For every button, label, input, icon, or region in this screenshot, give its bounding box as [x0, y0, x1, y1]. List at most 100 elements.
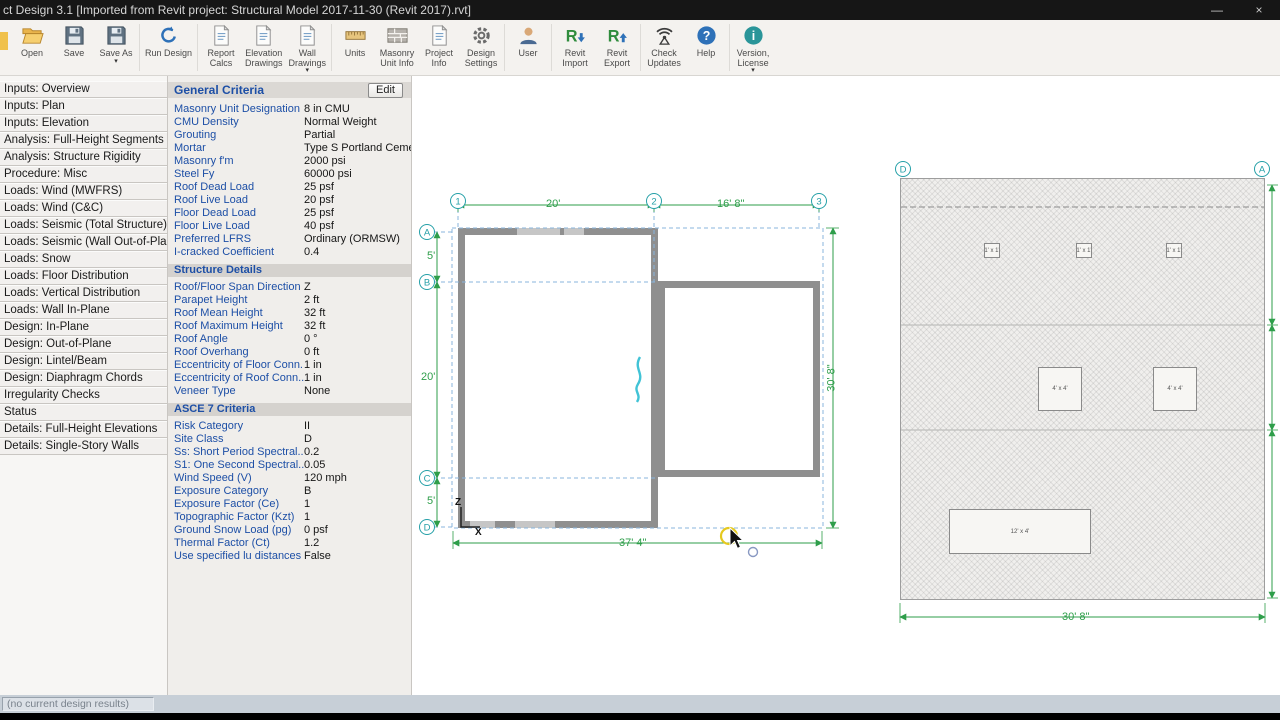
property-row-roof-maximum-height[interactable]: Roof Maximum Height 32 ft: [168, 320, 411, 333]
check-updates-icon: [653, 24, 676, 47]
property-row-mortar[interactable]: Mortar Type S Portland Cemen...: [168, 142, 411, 155]
toolbar-button-label: Project Info: [425, 48, 454, 68]
sidebar-item-analysis-full-height-segments[interactable]: Analysis: Full-Height Segments: [0, 132, 167, 149]
property-row-topographic-factor-kzt[interactable]: Topographic Factor (Kzt) 1: [168, 511, 411, 524]
elevation-opening[interactable]: 4' x 4': [1038, 367, 1082, 411]
project-info-button[interactable]: Project Info: [418, 22, 460, 68]
property-row-grouting[interactable]: Grouting Partial: [168, 129, 411, 142]
sidebar-item-loads-seismic-wall-out-of-plane[interactable]: Loads: Seismic (Wall Out-of-Plane): [0, 234, 167, 251]
drawing-canvas[interactable]: 1' x 1' 1' x 1' 1' x 1' 4' x 4' 4' x 4' 12' x…: [412, 76, 1280, 695]
property-row-ss-short-period-spectral[interactable]: Ss: Short Period Spectral... 0.2: [168, 446, 411, 459]
property-row-preferred-lfrs[interactable]: Preferred LFRS Ordinary (ORMSW): [168, 233, 411, 246]
toolbar-button-label: Report Calcs: [207, 48, 235, 68]
property-value: 0 psf: [304, 524, 328, 536]
sidebar-item-design-in-plane[interactable]: Design: In-Plane: [0, 319, 167, 336]
sidebar-item-inputs-elevation[interactable]: Inputs: Elevation: [0, 115, 167, 132]
save-button[interactable]: Save: [53, 22, 95, 59]
property-row-roof-dead-load[interactable]: Roof Dead Load 25 psf: [168, 181, 411, 194]
svg-text:C: C: [424, 474, 431, 485]
elevation-opening[interactable]: 4' x 4': [1153, 367, 1197, 411]
sidebar-item-loads-wall-in-plane[interactable]: Loads: Wall In-Plane: [0, 302, 167, 319]
sidebar-item-analysis-structure-rigidity[interactable]: Analysis: Structure Rigidity: [0, 149, 167, 166]
property-row-thermal-factor-ct[interactable]: Thermal Factor (Ct) 1.2: [168, 537, 411, 550]
property-row-eccentricity-of-floor-conn[interactable]: Eccentricity of Floor Conn... 1 in: [168, 359, 411, 372]
property-row-roof-overhang[interactable]: Roof Overhang 0 ft: [168, 346, 411, 359]
property-row-roof-live-load[interactable]: Roof Live Load 20 psf: [168, 194, 411, 207]
design-settings-button[interactable]: Design Settings: [460, 22, 502, 68]
dropdown-arrow-icon[interactable]: ▾: [751, 67, 755, 74]
property-row-roof-angle[interactable]: Roof Angle 0 °: [168, 333, 411, 346]
elevation-opening[interactable]: 1' x 1': [1166, 243, 1182, 258]
dropdown-arrow-icon[interactable]: ▾: [114, 58, 118, 65]
sidebar-item-details-full-height-elevations[interactable]: Details: Full-Height Elevations: [0, 421, 167, 438]
sidebar-item-loads-vertical-distribution[interactable]: Loads: Vertical Distribution: [0, 285, 167, 302]
units-button[interactable]: Units: [334, 22, 376, 59]
property-row-parapet-height[interactable]: Parapet Height 2 ft: [168, 294, 411, 307]
sidebar-item-design-lintel-beam[interactable]: Design: Lintel/Beam: [0, 353, 167, 370]
property-row-eccentricity-of-roof-conn[interactable]: Eccentricity of Roof Conn... 1 in: [168, 372, 411, 385]
elevation-opening[interactable]: 12' x 4': [949, 509, 1091, 554]
property-row-ground-snow-load-pg[interactable]: Ground Snow Load (pg) 0 psf: [168, 524, 411, 537]
elevation-opening[interactable]: 1' x 1': [984, 243, 1000, 258]
property-row-risk-category[interactable]: Risk Category II: [168, 420, 411, 433]
sidebar-item-procedure-misc[interactable]: Procedure: Misc: [0, 166, 167, 183]
property-row-exposure-category[interactable]: Exposure Category B: [168, 485, 411, 498]
mouse-cursor-icon: [729, 526, 745, 550]
sidebar-item-inputs-plan[interactable]: Inputs: Plan: [0, 98, 167, 115]
version-license-button[interactable]: i Version, License ▾: [732, 22, 774, 74]
sidebar-item-design-diaphragm-chords[interactable]: Design: Diaphragm Chords: [0, 370, 167, 387]
sidebar-item-loads-floor-distribution[interactable]: Loads: Floor Distribution: [0, 268, 167, 285]
close-button[interactable]: ×: [1238, 0, 1280, 20]
save-as-button[interactable]: Save As ▾: [95, 22, 137, 65]
sidebar-item-inputs-overview[interactable]: Inputs: Overview: [0, 81, 167, 98]
help-icon: ?: [695, 24, 718, 47]
property-row-exposure-factor-ce[interactable]: Exposure Factor (Ce) 1: [168, 498, 411, 511]
property-value: 32 ft: [304, 320, 326, 332]
elevation-wall[interactable]: 1' x 1' 1' x 1' 1' x 1' 4' x 4' 4' x 4' 12' x…: [900, 178, 1265, 600]
help-button[interactable]: ? Help: [685, 22, 727, 59]
sidebar-item-irregularity-checks[interactable]: Irregularity Checks: [0, 387, 167, 404]
masonry-unit-info-button[interactable]: Masonry Unit Info: [376, 22, 418, 68]
property-row-masonry-unit-designation[interactable]: Masonry Unit Designation 8 in CMU: [168, 103, 411, 116]
sidebar-item-details-single-story-walls[interactable]: Details: Single-Story Walls: [0, 438, 167, 455]
property-row-use-specified-lu-distances[interactable]: Use specified lu distances False: [168, 550, 411, 563]
elevation-drawings-button[interactable]: Elevation Drawings: [242, 22, 286, 68]
elevation-opening[interactable]: 1' x 1': [1076, 243, 1092, 258]
property-row-roof-mean-height[interactable]: Roof Mean Height 32 ft: [168, 307, 411, 320]
property-row-masonry-f-m[interactable]: Masonry f'm 2000 psi: [168, 155, 411, 168]
plan-wall-rect-right[interactable]: [658, 281, 820, 477]
revit-export-button[interactable]: R Revit Export: [596, 22, 638, 68]
property-row-steel-fy[interactable]: Steel Fy 60000 psi: [168, 168, 411, 181]
sidebar-item-design-out-of-plane[interactable]: Design: Out-of-Plane: [0, 336, 167, 353]
property-row-veneer-type[interactable]: Veneer Type None: [168, 385, 411, 398]
dim-label-elevation-bottom: 30' 8": [1060, 611, 1092, 623]
property-row-s1-one-second-spectral[interactable]: S1: One Second Spectral... 0.05: [168, 459, 411, 472]
property-row-wind-speed-v[interactable]: Wind Speed (V) 120 mph: [168, 472, 411, 485]
toolbar-button-label: Revit Export: [604, 48, 631, 68]
sidebar-item-status[interactable]: Status: [0, 404, 167, 421]
plan-wall-rect-left[interactable]: [458, 228, 658, 528]
wall-drawings-button[interactable]: Wall Drawings ▾: [286, 22, 330, 74]
property-value: 1.2: [304, 537, 320, 549]
dropdown-arrow-icon[interactable]: ▾: [306, 67, 310, 74]
edit-button[interactable]: Edit: [368, 82, 403, 98]
user-button[interactable]: User: [507, 22, 549, 59]
sidebar-item-loads-wind-c-c[interactable]: Loads: Wind (C&C): [0, 200, 167, 217]
sidebar-item-loads-seismic-total-structure[interactable]: Loads: Seismic (Total Structure): [0, 217, 167, 234]
check-updates-button[interactable]: Check Updates: [643, 22, 685, 68]
property-row-floor-dead-load[interactable]: Floor Dead Load 25 psf: [168, 207, 411, 220]
toolbar-button-label: Masonry Unit Info: [379, 48, 415, 68]
open-button[interactable]: Open: [11, 22, 53, 59]
property-row-cmu-density[interactable]: CMU Density Normal Weight: [168, 116, 411, 129]
property-row-site-class[interactable]: Site Class D: [168, 433, 411, 446]
revit-import-button[interactable]: R Revit Import: [554, 22, 596, 68]
sidebar-item-loads-wind-mwfrs[interactable]: Loads: Wind (MWFRS): [0, 183, 167, 200]
property-row-roof-floor-span-direction[interactable]: Roof/Floor Span Direction Z: [168, 281, 411, 294]
report-calcs-button[interactable]: Report Calcs: [200, 22, 242, 68]
grid-bubble-1: 1: [450, 193, 466, 209]
property-row-floor-live-load[interactable]: Floor Live Load 40 psf: [168, 220, 411, 233]
minimize-button[interactable]: —: [1196, 0, 1238, 20]
property-row-i-cracked-coefficient[interactable]: I-cracked Coefficient 0.4: [168, 246, 411, 259]
run-design-button[interactable]: Run Design: [142, 22, 195, 59]
sidebar-item-loads-snow[interactable]: Loads: Snow: [0, 251, 167, 268]
